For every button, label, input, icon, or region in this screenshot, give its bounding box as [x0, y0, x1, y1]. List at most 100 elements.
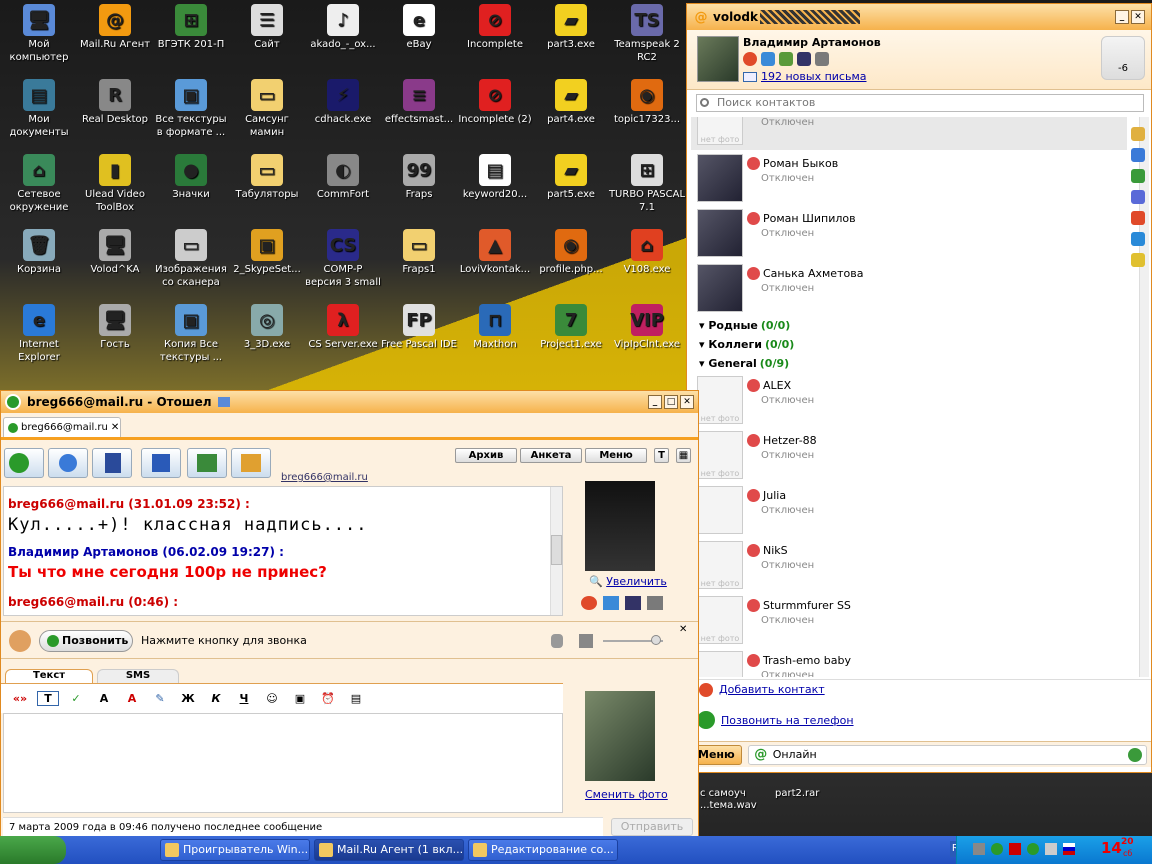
- desktop-icon[interactable]: 🖥 Мой компьютер: [0, 4, 78, 64]
- desktop-icon[interactable]: ▭ Табуляторы: [228, 154, 306, 201]
- desktop-icon[interactable]: R Real Desktop: [76, 79, 154, 126]
- desktop-icon[interactable]: ≡ effectsmast...: [380, 79, 458, 126]
- minimize-button[interactable]: _: [1115, 10, 1129, 24]
- desktop-icon[interactable]: CS COMP-P версия 3 small: [304, 229, 382, 289]
- group-collapse-icon[interactable]: ▾: [699, 319, 708, 332]
- contact-item[interactable]: нет фото Hetzer-88 Отключен: [691, 428, 1127, 483]
- contacts-button[interactable]: [231, 448, 271, 478]
- desktop-icon[interactable]: ▲ LoviVkontak...: [456, 229, 534, 276]
- contact-group[interactable]: ▾ Родные (0/0): [691, 316, 1127, 335]
- taskbar-button-edit[interactable]: Редактирование со...: [468, 839, 618, 861]
- desktop-icon[interactable]: ◉ profile.php...: [532, 229, 610, 276]
- desktop-icon[interactable]: TS Teamspeak 2 RC2: [608, 4, 686, 64]
- desktop-icon[interactable]: ▤ Мои документы: [0, 79, 78, 139]
- desktop-icon[interactable]: FP Free Pascal IDE: [380, 304, 458, 351]
- desktop-icon[interactable]: ⊘ Incomplete (2): [456, 79, 534, 126]
- font-button[interactable]: T: [654, 448, 669, 463]
- camera-icon[interactable]: [797, 52, 811, 66]
- attach-button[interactable]: ▤: [345, 692, 367, 705]
- enlarge-row[interactable]: 🔍 Увеличить: [589, 575, 667, 588]
- history-scrollbar[interactable]: [550, 487, 562, 615]
- archive-button[interactable]: Архив: [455, 448, 517, 463]
- tab-sms[interactable]: SMS: [97, 669, 179, 684]
- group-collapse-icon[interactable]: ▾: [699, 357, 708, 370]
- desktop-icon[interactable]: ▰ part5.exe: [532, 154, 610, 201]
- clover-icon[interactable]: [1128, 747, 1142, 762]
- message-input[interactable]: [3, 713, 563, 813]
- contact-item[interactable]: Роман Быков Отключен: [691, 151, 1127, 206]
- desktop-icon[interactable]: ▣ 2_SkypeSet...: [228, 229, 306, 276]
- desktop-icon[interactable]: ⚡ cdhack.exe: [304, 79, 382, 126]
- speaker-icon[interactable]: [579, 634, 593, 648]
- desktop-icon[interactable]: 🖥 Гость: [76, 304, 154, 351]
- clock-minutes[interactable]: 20: [1121, 837, 1134, 847]
- chat-menu-button[interactable]: Меню: [585, 448, 647, 463]
- desktop-icon[interactable]: ⊞ ВГЭТК 201-П: [152, 4, 230, 51]
- tray-agent-icon[interactable]: [1027, 843, 1039, 855]
- desktop-icon-rar[interactable]: part2.rar: [775, 788, 835, 799]
- contact-item[interactable]: Роман Шипилов Отключен: [691, 206, 1127, 261]
- taskbar-button-agent[interactable]: Mail.Ru Агент (1 вкл...: [314, 839, 464, 861]
- side-folder-icon[interactable]: [1131, 253, 1145, 267]
- desktop-icon[interactable]: ▮ Ulead Video ToolBox: [76, 154, 154, 214]
- quote-button[interactable]: «»: [9, 692, 31, 705]
- contact-item[interactable]: нет фото Отключен: [691, 117, 1127, 151]
- pin-icon[interactable]: [217, 397, 230, 407]
- tab-text[interactable]: Текст: [5, 669, 93, 684]
- desktop-icon[interactable]: ⊓ Maxthon: [456, 304, 534, 351]
- alarm-button[interactable]: ⏰: [317, 692, 339, 705]
- side-at-icon[interactable]: [1131, 169, 1145, 183]
- bold-button[interactable]: Ж: [177, 692, 199, 705]
- desktop-icon[interactable]: ▣ Все текстуры в формате ...: [152, 79, 230, 139]
- status-dropdown-button[interactable]: [4, 448, 44, 478]
- italic-button[interactable]: К: [205, 692, 227, 705]
- enlarge-link[interactable]: Увеличить: [606, 575, 667, 588]
- tab-close-icon[interactable]: ✕: [111, 422, 119, 433]
- search-input[interactable]: Поиск контактов: [696, 94, 1144, 112]
- tray-antivirus-icon[interactable]: [1009, 843, 1021, 855]
- desktop-icon[interactable]: @ Mail.Ru Агент: [76, 4, 154, 51]
- desktop-icon[interactable]: ⊘ Incomplete: [456, 4, 534, 51]
- desktop-icon-wav[interactable]: с самоуч ...tема.wav: [700, 788, 770, 812]
- peer-edit-icon[interactable]: [603, 596, 619, 610]
- contact-item[interactable]: нет фото Sturmmfurer SS Отключен: [691, 593, 1127, 648]
- microphone-icon[interactable]: [551, 634, 563, 648]
- desktop-icon[interactable]: ▤ keyword20...: [456, 154, 534, 201]
- add-contact-row[interactable]: Добавить контакт: [687, 679, 1151, 699]
- desktop-icon[interactable]: ▭ Изображения со сканера: [152, 229, 230, 289]
- desktop-icon[interactable]: ☰ Сайт: [228, 4, 306, 51]
- call-phone-link[interactable]: Позвонить на телефон: [721, 714, 854, 727]
- clock-hours[interactable]: 14: [1101, 839, 1122, 857]
- transfer-button[interactable]: [187, 448, 227, 478]
- peer-photo[interactable]: [585, 481, 655, 571]
- desktop-icon[interactable]: λ CS Server.exe: [304, 304, 382, 351]
- chat-tab[interactable]: breg666@mail.ru ✕: [3, 417, 121, 437]
- edit-icon[interactable]: [761, 52, 775, 66]
- spellcheck-button[interactable]: ✓: [65, 692, 87, 705]
- highlight-button[interactable]: ✎: [149, 692, 171, 705]
- contact-group[interactable]: ▾ Коллеги (0/0): [691, 335, 1127, 354]
- webcam-button[interactable]: [48, 448, 88, 478]
- desktop-icon[interactable]: e eBay: [380, 4, 458, 51]
- change-photo-link[interactable]: Сменить фото: [585, 788, 668, 801]
- font-color-button[interactable]: A: [121, 692, 143, 705]
- chat-close-button[interactable]: ✕: [680, 395, 694, 409]
- tv-button[interactable]: ▣: [289, 692, 311, 705]
- desktop-icon[interactable]: ▭ Самсунг мамин: [228, 79, 306, 139]
- layout-button[interactable]: ▦: [676, 448, 691, 463]
- history-scroll-thumb[interactable]: [551, 535, 562, 565]
- desktop-icon[interactable]: 99 Fraps: [380, 154, 458, 201]
- status-select[interactable]: @ Онлайн: [747, 744, 1147, 765]
- desktop-icon[interactable]: ⌂ Сетевое окружение: [0, 154, 78, 214]
- taskbar-button-player[interactable]: Проигрыватель Win...: [160, 839, 310, 861]
- chat-maximize-button[interactable]: □: [664, 395, 678, 409]
- desktop-icon[interactable]: ◐ CommFort: [304, 154, 382, 201]
- desktop-icon[interactable]: ♪ akado_-_ox...: [304, 4, 382, 51]
- call-phone-row[interactable]: Позвонить на телефон: [687, 708, 1151, 732]
- desktop-icon[interactable]: ● Значки: [152, 154, 230, 201]
- start-button[interactable]: [0, 836, 66, 864]
- desktop-icon[interactable]: ⊞ TURBO PASCAL 7.1: [608, 154, 686, 214]
- desktop-icon[interactable]: 🖥 Volod^KA: [76, 229, 154, 276]
- contact-item[interactable]: нет фото Trash-emo baby Отключен: [691, 648, 1127, 677]
- contact-item[interactable]: Санька Ахметова Отключен: [691, 261, 1127, 316]
